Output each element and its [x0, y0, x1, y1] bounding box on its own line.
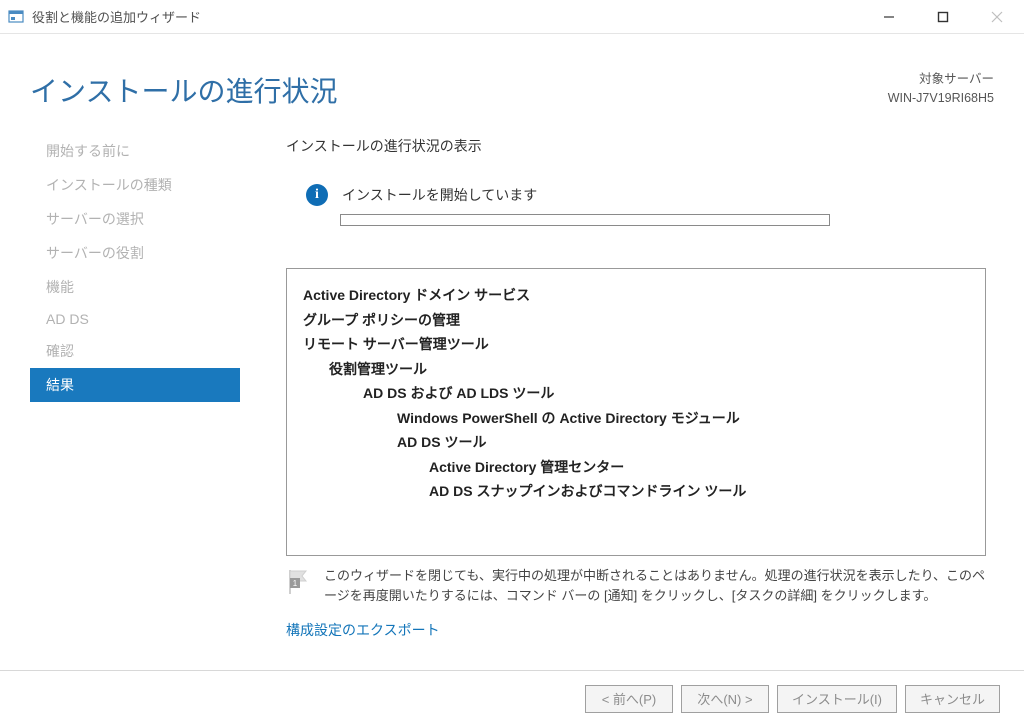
page-title: インストールの進行状況	[30, 70, 337, 110]
progress-bar	[340, 214, 830, 226]
sidebar-item-before-you-begin: 開始する前に	[30, 134, 240, 168]
cancel-button[interactable]: キャンセル	[905, 685, 1000, 713]
detail-line: 役割管理ツール	[303, 357, 969, 382]
subtitle: インストールの進行状況の表示	[286, 136, 994, 156]
detail-line: Active Directory ドメイン サービス	[303, 283, 969, 308]
window-controls	[862, 2, 1024, 32]
close-button[interactable]	[970, 2, 1024, 32]
app-icon	[8, 9, 24, 25]
sidebar-item-confirmation: 確認	[30, 334, 240, 368]
install-details[interactable]: Active Directory ドメイン サービス グループ ポリシーの管理 …	[286, 268, 986, 556]
next-button[interactable]: 次へ(N) >	[681, 685, 769, 713]
detail-line: AD DS ツール	[303, 430, 969, 455]
sidebar-item-results[interactable]: 結果	[30, 368, 240, 402]
install-button[interactable]: インストール(I)	[777, 685, 897, 713]
wizard-body: 開始する前に インストールの種類 サーバーの選択 サーバーの役割 機能 AD D…	[0, 130, 1024, 650]
notice-text: このウィザードを閉じても、実行中の処理が中断されることはありません。処理の進行状…	[324, 566, 986, 606]
detail-line: リモート サーバー管理ツール	[303, 332, 969, 357]
detail-line: Windows PowerShell の Active Directory モジ…	[303, 406, 969, 431]
sidebar-item-features: 機能	[30, 270, 240, 304]
status-text: インストールを開始しています	[342, 185, 537, 205]
sidebar-item-server-selection: サーバーの選択	[30, 202, 240, 236]
wizard-sidebar: 開始する前に インストールの種類 サーバーの選択 サーバーの役割 機能 AD D…	[30, 130, 240, 650]
minimize-button[interactable]	[862, 2, 916, 32]
flag-icon: 1	[286, 568, 310, 596]
detail-line: AD DS スナップインおよびコマンドライン ツール	[303, 479, 969, 504]
maximize-button[interactable]	[916, 2, 970, 32]
footer: < 前へ(P) 次へ(N) > インストール(I) キャンセル	[0, 670, 1024, 726]
notice-row: 1 このウィザードを閉じても、実行中の処理が中断されることはありません。処理の進…	[286, 566, 986, 606]
status-row: i インストールを開始しています	[286, 184, 994, 206]
main-panel: インストールの進行状況の表示 i インストールを開始しています Active D…	[240, 130, 994, 650]
server-label: 対象サーバー	[888, 70, 994, 89]
sidebar-item-server-roles: サーバーの役割	[30, 236, 240, 270]
prev-button[interactable]: < 前へ(P)	[585, 685, 673, 713]
detail-line: AD DS および AD LDS ツール	[303, 381, 969, 406]
sidebar-item-installation-type: インストールの種類	[30, 168, 240, 202]
detail-line: グループ ポリシーの管理	[303, 308, 969, 333]
titlebar: 役割と機能の追加ウィザード	[0, 0, 1024, 34]
server-name: WIN-J7V19RI68H5	[888, 89, 994, 108]
target-server-box: 対象サーバー WIN-J7V19RI68H5	[888, 70, 994, 108]
header: インストールの進行状況 対象サーバー WIN-J7V19RI68H5	[0, 34, 1024, 130]
sidebar-item-adds: AD DS	[30, 304, 240, 334]
export-settings-link[interactable]: 構成設定のエクスポート	[286, 620, 440, 640]
window-title: 役割と機能の追加ウィザード	[32, 7, 201, 26]
detail-line: Active Directory 管理センター	[303, 455, 969, 480]
info-icon: i	[306, 184, 328, 206]
